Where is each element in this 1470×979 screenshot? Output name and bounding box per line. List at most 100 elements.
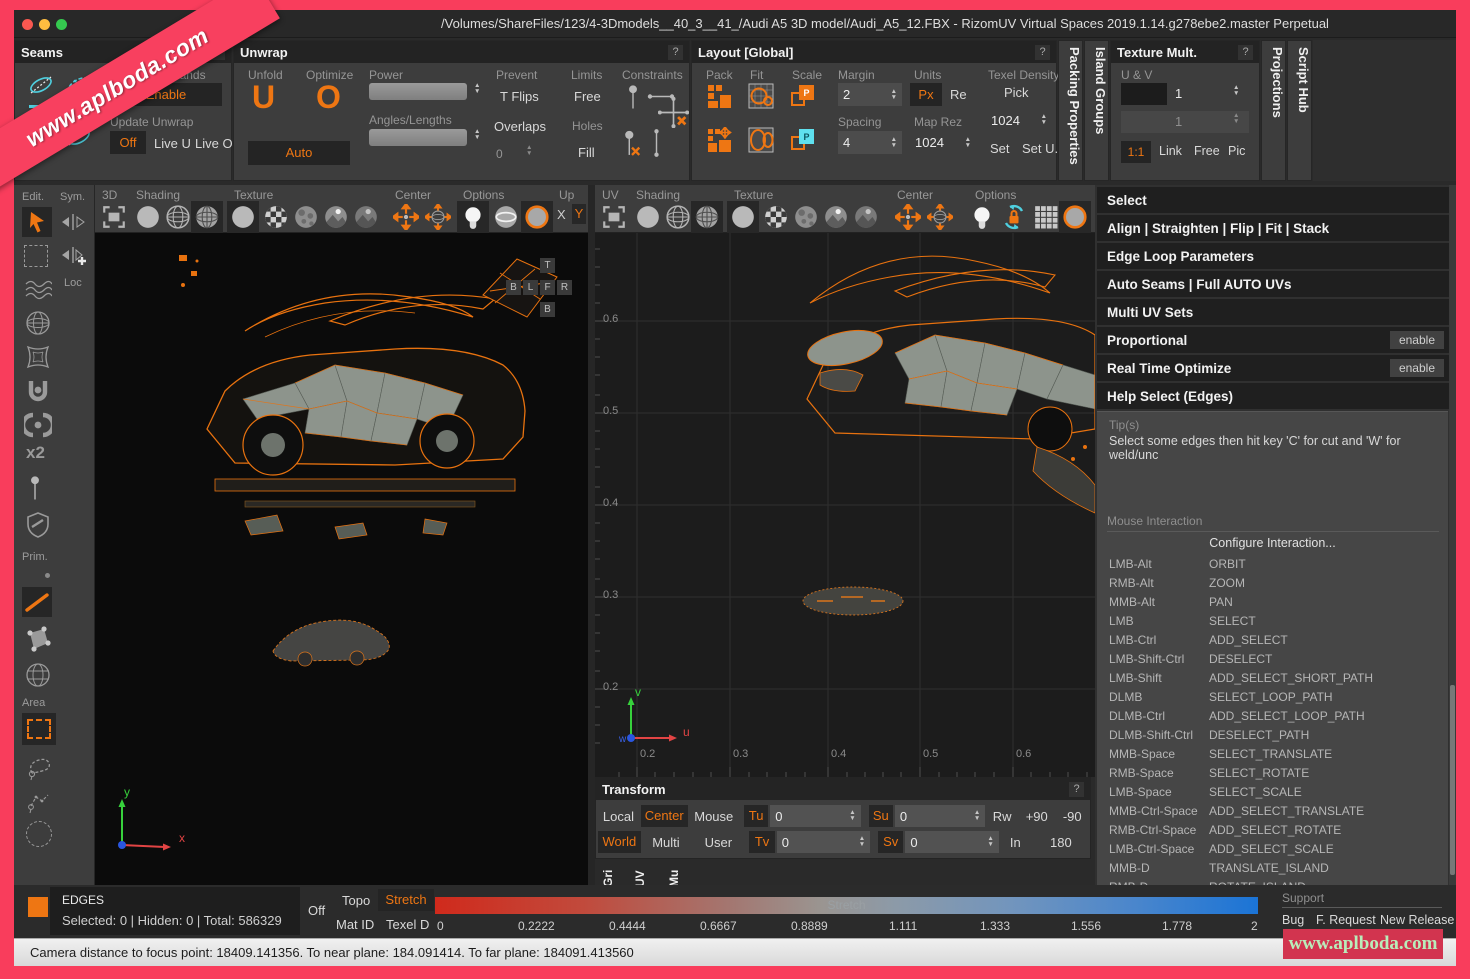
section-auto-seams[interactable]: Auto Seams | Full AUTO UVs bbox=[1097, 271, 1454, 297]
tu-spinner[interactable]: ▲▼ bbox=[849, 810, 855, 822]
u-mult-input[interactable] bbox=[1121, 83, 1167, 105]
margin-spinner[interactable]: ▲▼ bbox=[891, 89, 897, 101]
uv-shading-wire-icon[interactable] bbox=[665, 204, 691, 230]
up-x-button[interactable]: X bbox=[557, 207, 566, 222]
edge-color-swatch[interactable] bbox=[28, 897, 48, 917]
su-field[interactable]: 0▲▼ bbox=[895, 805, 985, 827]
spacing-field[interactable]: 4▲▼ bbox=[838, 131, 902, 154]
section-select[interactable]: Select bbox=[1097, 187, 1454, 213]
symmetry-icon[interactable] bbox=[60, 211, 86, 233]
in-value[interactable]: 180 bbox=[1032, 835, 1090, 850]
pack-translate-button-icon[interactable] bbox=[706, 127, 732, 153]
power-spinner[interactable]: ▲▼ bbox=[474, 83, 480, 95]
update-off-button[interactable]: Off bbox=[110, 131, 146, 154]
marquee-select-icon[interactable] bbox=[24, 245, 48, 267]
polygon-tool-icon[interactable] bbox=[24, 625, 52, 653]
angles-spinner[interactable]: ▲▼ bbox=[474, 129, 480, 141]
section-realtime-optimize[interactable]: Real Time Optimizeenable bbox=[1097, 355, 1454, 381]
local-button[interactable]: Local bbox=[596, 809, 641, 824]
layout-help-button[interactable]: ? bbox=[1035, 45, 1050, 60]
shading-solid-icon[interactable] bbox=[135, 204, 161, 230]
configure-interaction-button[interactable]: Configure Interaction... bbox=[1097, 536, 1448, 550]
projections-tab[interactable]: Projections bbox=[1261, 40, 1286, 181]
sv-field[interactable]: 0▲▼ bbox=[905, 831, 998, 853]
viewport-splitter[interactable] bbox=[588, 185, 595, 885]
texture-mult-help-button[interactable]: ? bbox=[1238, 45, 1253, 60]
shading-wire-icon[interactable] bbox=[165, 204, 191, 230]
realtime-enable-button[interactable]: enable bbox=[1390, 359, 1444, 377]
optimize-brush-icon[interactable] bbox=[24, 411, 52, 439]
su-spinner[interactable]: ▲▼ bbox=[974, 810, 980, 822]
shield-tool-icon[interactable] bbox=[24, 511, 52, 539]
view-top-button[interactable]: T bbox=[540, 258, 555, 273]
transform-help-button[interactable]: ? bbox=[1069, 782, 1084, 797]
texture-noise-icon[interactable] bbox=[293, 204, 319, 230]
up-y-button[interactable]: Y bbox=[572, 204, 586, 224]
section-multi-uv[interactable]: Multi UV Sets bbox=[1097, 299, 1454, 325]
center-world-icon[interactable] bbox=[425, 204, 451, 230]
display-topo-button[interactable]: Topo bbox=[342, 893, 370, 908]
lasso-area-icon[interactable] bbox=[24, 753, 54, 783]
live-o-button[interactable]: Live O bbox=[195, 136, 233, 151]
overlaps-button[interactable]: Overlaps bbox=[494, 119, 546, 134]
right-panel-scrollbar[interactable] bbox=[1449, 185, 1456, 885]
section-align[interactable]: Align | Straighten | Flip | Fit | Stack bbox=[1097, 215, 1454, 241]
center-button[interactable]: Center bbox=[641, 805, 688, 827]
set-u-button[interactable]: Set U. bbox=[1022, 141, 1058, 156]
display-off-button[interactable]: Off bbox=[308, 903, 325, 918]
vertical-constraint-icon[interactable] bbox=[652, 127, 661, 159]
lock-rotate-icon[interactable] bbox=[1001, 204, 1027, 230]
free-button[interactable]: Free bbox=[574, 89, 601, 104]
map-rez-field[interactable]: 1024▲▼ bbox=[910, 131, 976, 154]
uv-frame-all-icon[interactable] bbox=[601, 204, 627, 230]
section-help-select[interactable]: Help Select (Edges) bbox=[1097, 383, 1454, 409]
uv-texture-image2-icon[interactable] bbox=[853, 204, 879, 230]
pin-remove-icon[interactable] bbox=[622, 129, 642, 159]
uv-tab[interactable]: UV bbox=[633, 861, 647, 887]
tv-spinner[interactable]: ▲▼ bbox=[859, 836, 865, 848]
margin-field[interactable]: 2▲▼ bbox=[838, 83, 902, 106]
viewport-3d-canvas[interactable]: T B L F R B y x bbox=[95, 233, 588, 885]
bug-link[interactable]: Bug bbox=[1282, 913, 1304, 927]
pick-button[interactable]: Pick bbox=[1004, 85, 1029, 100]
x2-tool[interactable]: x2 bbox=[26, 443, 45, 463]
display-matid-button[interactable]: Mat ID bbox=[336, 917, 374, 932]
polygon-area-icon[interactable] bbox=[24, 787, 54, 817]
ratio-1-1-button[interactable]: 1:1 bbox=[1121, 141, 1151, 163]
uv-texture-image-icon[interactable] bbox=[823, 204, 849, 230]
mouse-button[interactable]: Mouse bbox=[688, 809, 740, 824]
units-px-button[interactable]: Px bbox=[910, 83, 942, 106]
scale-picked-button-icon[interactable] bbox=[790, 127, 816, 153]
map-rez-spinner[interactable]: ▲▼ bbox=[965, 137, 971, 149]
grid-tab[interactable]: Gri bbox=[601, 861, 615, 887]
uv-center-selection-icon[interactable] bbox=[895, 204, 921, 230]
display-stretch-button[interactable]: Stretch bbox=[378, 889, 434, 911]
auto-unwrap-button[interactable]: Auto bbox=[248, 141, 350, 165]
fit-button-icon[interactable] bbox=[748, 83, 774, 109]
symmetry-add-icon[interactable] bbox=[60, 243, 88, 267]
texture-none-selected[interactable] bbox=[227, 201, 259, 233]
v-mult-input[interactable] bbox=[1121, 111, 1249, 133]
units-re-button[interactable]: Re bbox=[950, 87, 967, 102]
seam-brush-icon[interactable] bbox=[27, 71, 55, 99]
texel-density-field[interactable]: 1024▲▼ bbox=[986, 109, 1052, 131]
uv-texture-checker-icon[interactable] bbox=[763, 204, 789, 230]
mult-tab[interactable]: Mu bbox=[667, 861, 681, 887]
island-globe-icon[interactable] bbox=[24, 661, 52, 689]
texture-checker-icon[interactable] bbox=[263, 204, 289, 230]
select-tool-active-tile[interactable] bbox=[22, 207, 52, 237]
feature-request-link[interactable]: F. Request bbox=[1316, 913, 1376, 927]
user-button[interactable]: User bbox=[691, 835, 745, 850]
view-left-button[interactable]: L bbox=[523, 280, 538, 295]
free-mult-button[interactable]: Free bbox=[1194, 144, 1220, 158]
fit-scale-button-icon[interactable] bbox=[748, 127, 774, 153]
v-mult-spinner[interactable]: ▲▼ bbox=[1233, 113, 1239, 125]
island-groups-tab[interactable]: Island Groups bbox=[1084, 40, 1109, 181]
circle-area-icon[interactable] bbox=[26, 821, 52, 847]
uv-texture-noise-icon[interactable] bbox=[793, 204, 819, 230]
pack-button-icon[interactable] bbox=[706, 83, 732, 109]
scrollbar-thumb[interactable] bbox=[1450, 685, 1455, 875]
light-option-selected[interactable] bbox=[457, 201, 489, 233]
tv-field[interactable]: 0▲▼ bbox=[777, 831, 870, 853]
power-slider[interactable] bbox=[369, 83, 467, 100]
